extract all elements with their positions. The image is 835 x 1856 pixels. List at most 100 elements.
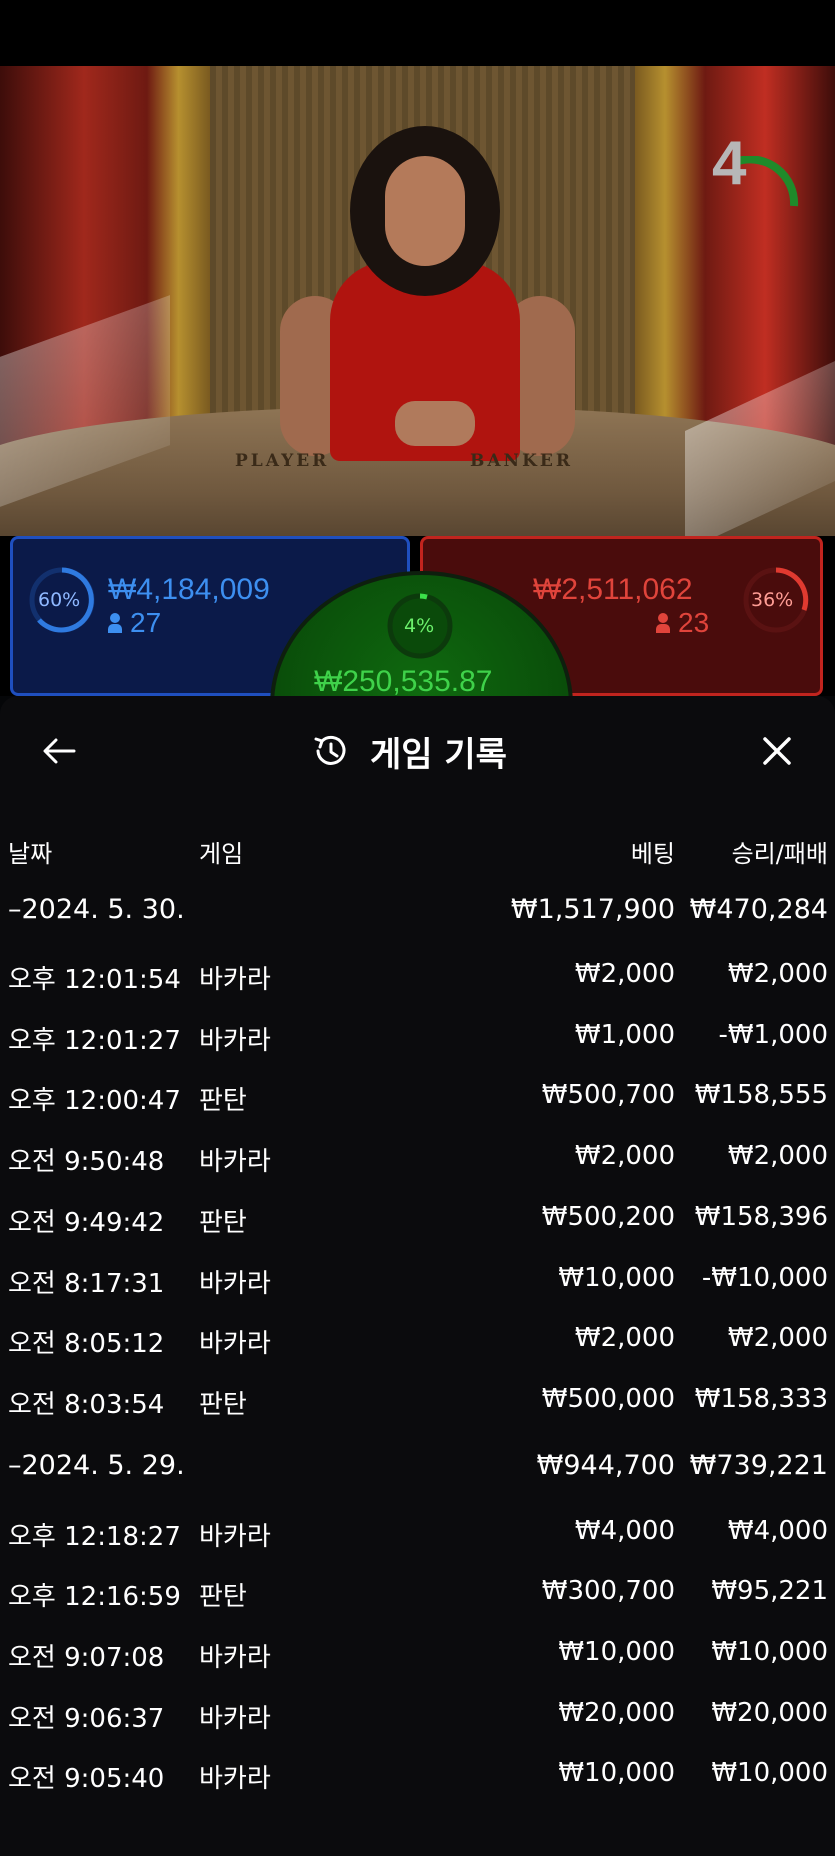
row-result: ₩158,555 [694, 1080, 828, 1110]
tie-bet-amount: ₩250,535.87 [314, 665, 493, 698]
history-row[interactable]: 오전 8:05:12 바카라 ₩2,000 ₩2,000 [0, 1309, 835, 1369]
row-result: ₩4,000 [727, 1516, 828, 1546]
row-time: 오후 12:01:27 [8, 1026, 181, 1056]
row-game: 판탄 [199, 1208, 247, 1238]
history-row[interactable]: 오전 8:03:54 판탄 ₩500,000 ₩158,333 [0, 1370, 835, 1430]
row-game: 판탄 [199, 1086, 247, 1116]
sheet-title-wrap: 게임 기록 [310, 726, 507, 776]
banker-percent: 36% [751, 589, 794, 611]
row-time: 오전 9:06:37 [8, 1704, 165, 1734]
row-bet: ₩10,000 [558, 1263, 675, 1293]
game-history-sheet: 게임 기록 날짜 게임 베팅 승리/패배 –2024. 5. 30. ₩1,51… [0, 696, 835, 1856]
row-time: 오전 9:49:42 [8, 1208, 165, 1238]
date-group-row[interactable]: –2024. 5. 29. ₩944,700 ₩739,221 [0, 1436, 835, 1496]
group-bet-total: ₩944,700 [536, 1450, 675, 1481]
row-bet: ₩500,200 [541, 1202, 675, 1232]
player-percent: 60% [38, 589, 81, 611]
row-result: ₩158,333 [694, 1384, 828, 1414]
history-row[interactable]: 오전 9:05:40 바카라 ₩10,000 ₩10,000 [0, 1744, 835, 1804]
row-bet: ₩10,000 [558, 1758, 675, 1788]
sheet-header: 게임 기록 [0, 696, 835, 826]
row-result: -₩1,000 [718, 1020, 828, 1050]
row-time: 오전 9:05:40 [8, 1764, 165, 1794]
date-group-row[interactable]: –2024. 5. 30. ₩1,517,900 ₩470,284 [0, 880, 835, 940]
row-bet: ₩10,000 [558, 1637, 675, 1667]
countdown-timer: 4 [712, 129, 747, 198]
row-result: ₩2,000 [727, 1323, 828, 1353]
history-row[interactable]: 오후 12:01:27 바카라 ₩1,000 -₩1,000 [0, 1006, 835, 1066]
column-header-result: 승리/패배 [731, 840, 828, 868]
row-game: 바카라 [199, 1522, 271, 1552]
row-time: 오후 12:16:59 [8, 1582, 181, 1612]
row-result: ₩10,000 [711, 1758, 828, 1788]
row-result: ₩95,221 [711, 1576, 828, 1606]
arrow-left-icon [43, 738, 76, 764]
column-header-game: 게임 [199, 840, 244, 868]
row-result: ₩10,000 [711, 1637, 828, 1667]
row-game: 바카라 [199, 1147, 271, 1177]
row-bet: ₩500,000 [541, 1384, 675, 1414]
close-button[interactable] [752, 726, 802, 776]
row-time: 오후 12:01:54 [8, 965, 181, 995]
row-bet: ₩1,000 [574, 1020, 675, 1050]
row-game: 바카라 [199, 1764, 271, 1794]
group-result-total: ₩739,221 [689, 1450, 828, 1481]
group-bet-total: ₩1,517,900 [510, 894, 675, 925]
row-result: -₩10,000 [701, 1263, 828, 1293]
row-bet: ₩2,000 [574, 1323, 675, 1353]
row-time: 오전 8:17:31 [8, 1269, 165, 1299]
row-time: 오전 8:05:12 [8, 1329, 165, 1359]
row-game: 바카라 [199, 1329, 271, 1359]
history-row[interactable]: 오전 9:49:42 판탄 ₩500,200 ₩158,396 [0, 1188, 835, 1248]
row-result: ₩20,000 [711, 1698, 828, 1728]
history-row[interactable]: 오전 8:17:31 바카라 ₩10,000 -₩10,000 [0, 1249, 835, 1309]
row-game: 바카라 [199, 1704, 271, 1734]
history-row[interactable]: 오전 9:06:37 바카라 ₩20,000 ₩20,000 [0, 1684, 835, 1744]
column-header-bet: 베팅 [630, 840, 675, 868]
history-icon [314, 735, 346, 765]
history-row[interactable]: 오후 12:01:54 바카라 ₩2,000 ₩2,000 [0, 945, 835, 1005]
live-video: PLAYER BANKER [0, 66, 835, 556]
row-result: ₩2,000 [727, 959, 828, 989]
row-time: 오후 12:00:47 [8, 1086, 181, 1116]
person-icon [108, 613, 122, 633]
row-bet: ₩4,000 [574, 1516, 675, 1546]
row-game: 바카라 [199, 965, 271, 995]
row-game: 바카라 [199, 1026, 271, 1056]
row-bet: ₩20,000 [558, 1698, 675, 1728]
table-label-player: PLAYER [235, 451, 330, 471]
row-time: 오전 9:50:48 [8, 1147, 165, 1177]
player-bet-amount: ₩4,184,009 [108, 573, 270, 606]
row-result: ₩2,000 [727, 1141, 828, 1171]
row-bet: ₩2,000 [574, 1141, 675, 1171]
betting-area: 60% ₩4,184,009 27 36% ₩2,511,062 23 4% ₩… [0, 536, 835, 839]
banker-bet-amount: ₩2,511,062 [533, 573, 693, 606]
back-button[interactable] [34, 726, 84, 776]
row-game: 판탄 [199, 1390, 247, 1420]
column-header-date: 날짜 [8, 840, 53, 868]
sheet-title: 게임 기록 [370, 734, 507, 775]
group-date: –2024. 5. 30. [8, 894, 185, 925]
history-row[interactable]: 오전 9:07:08 바카라 ₩10,000 ₩10,000 [0, 1623, 835, 1683]
history-row[interactable]: 오후 12:00:47 판탄 ₩500,700 ₩158,555 [0, 1066, 835, 1126]
row-bet: ₩300,700 [541, 1576, 675, 1606]
close-icon [763, 737, 791, 765]
banker-count: 23 [656, 607, 709, 639]
player-count: 27 [108, 607, 161, 639]
row-time: 오전 9:07:08 [8, 1643, 165, 1673]
group-date: –2024. 5. 29. [8, 1450, 185, 1481]
row-game: 판탄 [199, 1582, 247, 1612]
row-bet: ₩2,000 [574, 959, 675, 989]
row-time: 오전 8:03:54 [8, 1390, 165, 1420]
row-result: ₩158,396 [694, 1202, 828, 1232]
row-bet: ₩500,700 [541, 1080, 675, 1110]
history-row[interactable]: 오전 9:50:48 바카라 ₩2,000 ₩2,000 [0, 1127, 835, 1187]
dealer-face [385, 156, 465, 266]
group-result-total: ₩470,284 [689, 894, 828, 925]
row-game: 바카라 [199, 1643, 271, 1673]
row-time: 오후 12:18:27 [8, 1522, 181, 1552]
history-row[interactable]: 오후 12:18:27 바카라 ₩4,000 ₩4,000 [0, 1502, 835, 1562]
dealer-hands [395, 401, 475, 446]
history-row[interactable]: 오후 12:16:59 판탄 ₩300,700 ₩95,221 [0, 1562, 835, 1622]
person-icon [656, 613, 670, 633]
